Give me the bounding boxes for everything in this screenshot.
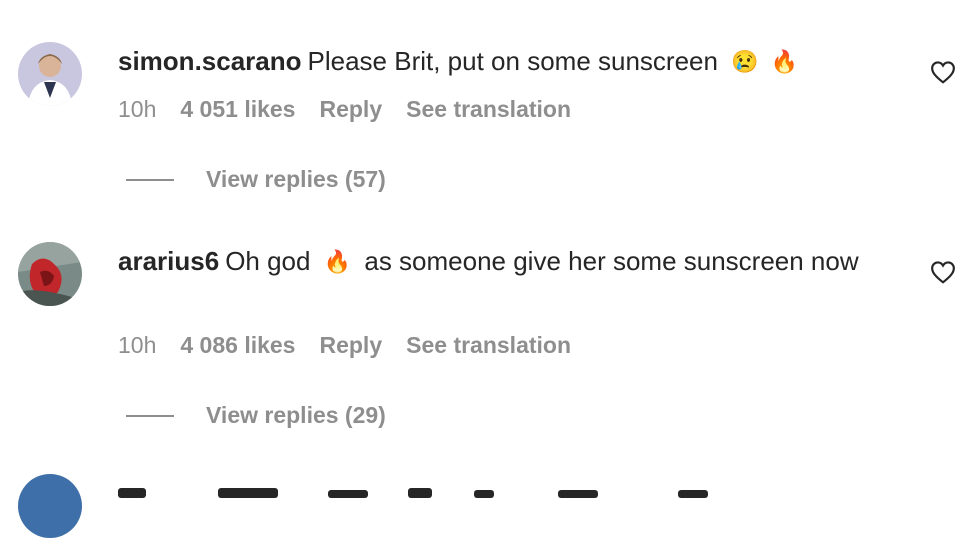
see-translation-button[interactable]: See translation	[406, 96, 571, 123]
likes-count[interactable]: 4 086 likes	[180, 332, 295, 359]
avatar[interactable]	[18, 42, 82, 106]
comment-body: Oh god	[225, 246, 311, 276]
view-replies-button[interactable]: View replies (57)	[126, 166, 386, 193]
reply-button[interactable]: Reply	[319, 96, 382, 123]
heart-outline-icon[interactable]	[930, 260, 956, 284]
fire-emoji-icon: 🔥	[770, 49, 799, 74]
replies-divider	[126, 414, 174, 417]
comment-meta: 10h 4 086 likes Reply See translation	[118, 332, 595, 359]
avatar[interactable]	[18, 242, 82, 306]
view-replies-button[interactable]: View replies (29)	[126, 402, 386, 429]
comment-body-continued: as someone give her some sunscreen now	[364, 246, 859, 276]
username[interactable]: ararius6	[118, 246, 219, 276]
next-comment-text-fragment	[118, 488, 708, 498]
comment-text: ararius6 Oh god 🔥 as someone give her som…	[118, 243, 878, 280]
username[interactable]: simon.scarano	[118, 46, 302, 76]
view-replies-label: View replies (57)	[206, 166, 386, 192]
avatar-image	[18, 42, 82, 106]
reply-button[interactable]: Reply	[319, 332, 382, 359]
timestamp: 10h	[118, 332, 157, 358]
comment-body: Please Brit, put on some sunscreen	[307, 46, 718, 76]
comment-meta: 10h 4 051 likes Reply See translation	[118, 96, 595, 123]
next-comment-preview	[118, 478, 718, 498]
fire-emoji-icon: 🔥	[323, 249, 352, 274]
likes-count[interactable]: 4 051 likes	[180, 96, 295, 123]
avatar[interactable]	[18, 474, 82, 538]
heart-outline-icon[interactable]	[930, 60, 956, 84]
avatar-image	[18, 242, 82, 306]
replies-divider	[126, 178, 174, 181]
comment-text: simon.scarano Please Brit, put on some su…	[118, 43, 878, 80]
timestamp: 10h	[118, 96, 157, 122]
see-translation-button[interactable]: See translation	[406, 332, 571, 359]
crying-face-emoji-icon: 😢	[731, 49, 759, 74]
view-replies-label: View replies (29)	[206, 402, 386, 428]
